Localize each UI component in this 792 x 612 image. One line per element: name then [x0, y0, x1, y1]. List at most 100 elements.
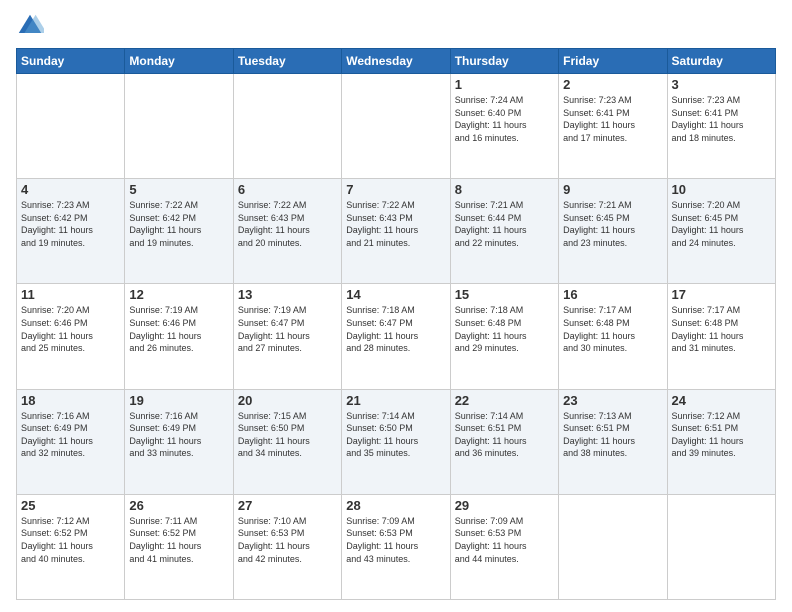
- calendar-cell: [342, 74, 450, 179]
- calendar-cell: 27 Sunrise: 7:10 AM Sunset: 6:53 PM Dayli…: [233, 494, 341, 599]
- day-number: 26: [129, 498, 228, 513]
- day-number: 8: [455, 182, 554, 197]
- col-header-sunday: Sunday: [17, 49, 125, 74]
- day-info: Sunrise: 7:20 AM Sunset: 6:45 PM Dayligh…: [672, 199, 771, 249]
- day-info: Sunrise: 7:15 AM Sunset: 6:50 PM Dayligh…: [238, 410, 337, 460]
- calendar-cell: [233, 74, 341, 179]
- calendar-cell: 17Sunrise: 7:17 AM Sunset: 6:48 PM Dayli…: [667, 284, 775, 389]
- col-header-wednesday: Wednesday: [342, 49, 450, 74]
- calendar-cell: 10 Sunrise: 7:20 AM Sunset: 6:45 PM Dayli…: [667, 179, 775, 284]
- day-number: 7: [346, 182, 445, 197]
- day-info: Sunrise: 7:09 AM Sunset: 6:53 PM Dayligh…: [346, 515, 445, 565]
- day-info: Sunrise: 7:18 AM Sunset: 6:48 PM Dayligh…: [455, 304, 554, 354]
- calendar-cell: 18 Sunrise: 7:16 AM Sunset: 6:49 PM Dayli…: [17, 389, 125, 494]
- calendar-cell: [559, 494, 667, 599]
- day-number: 19: [129, 393, 228, 408]
- day-number: 28: [346, 498, 445, 513]
- day-number: 15: [455, 287, 554, 302]
- calendar-cell: 14 Sunrise: 7:18 AM Sunset: 6:47 PM Dayli…: [342, 284, 450, 389]
- day-number: 2: [563, 77, 662, 92]
- header: [16, 12, 776, 40]
- day-info: Sunrise: 7:23 AM Sunset: 6:42 PM Dayligh…: [21, 199, 120, 249]
- calendar-cell: 4 Sunrise: 7:23 AM Sunset: 6:42 PM Daylig…: [17, 179, 125, 284]
- page: SundayMondayTuesdayWednesdayThursdayFrid…: [0, 0, 792, 612]
- calendar-cell: 22 Sunrise: 7:14 AM Sunset: 6:51 PM Dayli…: [450, 389, 558, 494]
- day-number: 18: [21, 393, 120, 408]
- day-info: Sunrise: 7:19 AM Sunset: 6:47 PM Dayligh…: [238, 304, 337, 354]
- calendar-cell: 9Sunrise: 7:21 AM Sunset: 6:45 PM Daylig…: [559, 179, 667, 284]
- calendar-cell: 16 Sunrise: 7:17 AM Sunset: 6:48 PM Dayli…: [559, 284, 667, 389]
- day-number: 5: [129, 182, 228, 197]
- calendar-cell: 3 Sunrise: 7:23 AM Sunset: 6:41 PM Daylig…: [667, 74, 775, 179]
- calendar-cell: 21 Sunrise: 7:14 AM Sunset: 6:50 PM Dayli…: [342, 389, 450, 494]
- calendar-row-1: 4 Sunrise: 7:23 AM Sunset: 6:42 PM Daylig…: [17, 179, 776, 284]
- calendar-row-4: 25 Sunrise: 7:12 AM Sunset: 6:52 PM Dayli…: [17, 494, 776, 599]
- day-number: 12: [129, 287, 228, 302]
- day-info: Sunrise: 7:20 AM Sunset: 6:46 PM Dayligh…: [21, 304, 120, 354]
- calendar-header-row: SundayMondayTuesdayWednesdayThursdayFrid…: [17, 49, 776, 74]
- calendar-cell: 15 Sunrise: 7:18 AM Sunset: 6:48 PM Dayli…: [450, 284, 558, 389]
- logo-icon: [16, 12, 44, 40]
- day-info: Sunrise: 7:22 AM Sunset: 6:43 PM Dayligh…: [346, 199, 445, 249]
- day-number: 22: [455, 393, 554, 408]
- day-info: Sunrise: 7:18 AM Sunset: 6:47 PM Dayligh…: [346, 304, 445, 354]
- calendar-table: SundayMondayTuesdayWednesdayThursdayFrid…: [16, 48, 776, 600]
- calendar-cell: 11 Sunrise: 7:20 AM Sunset: 6:46 PM Dayli…: [17, 284, 125, 389]
- day-info: Sunrise: 7:17 AM Sunset: 6:48 PM Dayligh…: [563, 304, 662, 354]
- calendar-cell: 19 Sunrise: 7:16 AM Sunset: 6:49 PM Dayli…: [125, 389, 233, 494]
- calendar-cell: 25 Sunrise: 7:12 AM Sunset: 6:52 PM Dayli…: [17, 494, 125, 599]
- day-number: 29: [455, 498, 554, 513]
- day-info: Sunrise: 7:12 AM Sunset: 6:52 PM Dayligh…: [21, 515, 120, 565]
- day-info: Sunrise: 7:22 AM Sunset: 6:43 PM Dayligh…: [238, 199, 337, 249]
- day-info: Sunrise: 7:23 AM Sunset: 6:41 PM Dayligh…: [672, 94, 771, 144]
- calendar-cell: 13 Sunrise: 7:19 AM Sunset: 6:47 PM Dayli…: [233, 284, 341, 389]
- calendar-cell: 26 Sunrise: 7:11 AM Sunset: 6:52 PM Dayli…: [125, 494, 233, 599]
- calendar-cell: 29 Sunrise: 7:09 AM Sunset: 6:53 PM Dayli…: [450, 494, 558, 599]
- day-number: 16: [563, 287, 662, 302]
- calendar-cell: 20Sunrise: 7:15 AM Sunset: 6:50 PM Dayli…: [233, 389, 341, 494]
- day-info: Sunrise: 7:14 AM Sunset: 6:51 PM Dayligh…: [455, 410, 554, 460]
- day-number: 10: [672, 182, 771, 197]
- calendar-cell: 12 Sunrise: 7:19 AM Sunset: 6:46 PM Dayli…: [125, 284, 233, 389]
- calendar-cell: 23 Sunrise: 7:13 AM Sunset: 6:51 PM Dayli…: [559, 389, 667, 494]
- calendar-row-2: 11 Sunrise: 7:20 AM Sunset: 6:46 PM Dayli…: [17, 284, 776, 389]
- calendar-cell: 24Sunrise: 7:12 AM Sunset: 6:51 PM Dayli…: [667, 389, 775, 494]
- day-info: Sunrise: 7:22 AM Sunset: 6:42 PM Dayligh…: [129, 199, 228, 249]
- day-number: 13: [238, 287, 337, 302]
- calendar-cell: [667, 494, 775, 599]
- col-header-friday: Friday: [559, 49, 667, 74]
- day-number: 21: [346, 393, 445, 408]
- day-number: 14: [346, 287, 445, 302]
- day-info: Sunrise: 7:16 AM Sunset: 6:49 PM Dayligh…: [21, 410, 120, 460]
- day-number: 4: [21, 182, 120, 197]
- calendar-cell: 7 Sunrise: 7:22 AM Sunset: 6:43 PM Daylig…: [342, 179, 450, 284]
- day-info: Sunrise: 7:19 AM Sunset: 6:46 PM Dayligh…: [129, 304, 228, 354]
- day-number: 11: [21, 287, 120, 302]
- col-header-thursday: Thursday: [450, 49, 558, 74]
- day-number: 3: [672, 77, 771, 92]
- day-number: 17: [672, 287, 771, 302]
- day-number: 24: [672, 393, 771, 408]
- day-info: Sunrise: 7:14 AM Sunset: 6:50 PM Dayligh…: [346, 410, 445, 460]
- calendar-cell: 6Sunrise: 7:22 AM Sunset: 6:43 PM Daylig…: [233, 179, 341, 284]
- calendar-cell: 5 Sunrise: 7:22 AM Sunset: 6:42 PM Daylig…: [125, 179, 233, 284]
- calendar-cell: [125, 74, 233, 179]
- day-info: Sunrise: 7:13 AM Sunset: 6:51 PM Dayligh…: [563, 410, 662, 460]
- calendar-cell: [17, 74, 125, 179]
- day-info: Sunrise: 7:10 AM Sunset: 6:53 PM Dayligh…: [238, 515, 337, 565]
- day-info: Sunrise: 7:24 AM Sunset: 6:40 PM Dayligh…: [455, 94, 554, 144]
- calendar-cell: 8 Sunrise: 7:21 AM Sunset: 6:44 PM Daylig…: [450, 179, 558, 284]
- calendar-cell: 1Sunrise: 7:24 AM Sunset: 6:40 PM Daylig…: [450, 74, 558, 179]
- day-number: 27: [238, 498, 337, 513]
- calendar-cell: 28 Sunrise: 7:09 AM Sunset: 6:53 PM Dayli…: [342, 494, 450, 599]
- day-info: Sunrise: 7:21 AM Sunset: 6:44 PM Dayligh…: [455, 199, 554, 249]
- calendar-row-0: 1Sunrise: 7:24 AM Sunset: 6:40 PM Daylig…: [17, 74, 776, 179]
- day-info: Sunrise: 7:16 AM Sunset: 6:49 PM Dayligh…: [129, 410, 228, 460]
- logo: [16, 12, 48, 40]
- day-info: Sunrise: 7:11 AM Sunset: 6:52 PM Dayligh…: [129, 515, 228, 565]
- day-number: 25: [21, 498, 120, 513]
- day-info: Sunrise: 7:21 AM Sunset: 6:45 PM Dayligh…: [563, 199, 662, 249]
- day-info: Sunrise: 7:09 AM Sunset: 6:53 PM Dayligh…: [455, 515, 554, 565]
- day-number: 23: [563, 393, 662, 408]
- col-header-monday: Monday: [125, 49, 233, 74]
